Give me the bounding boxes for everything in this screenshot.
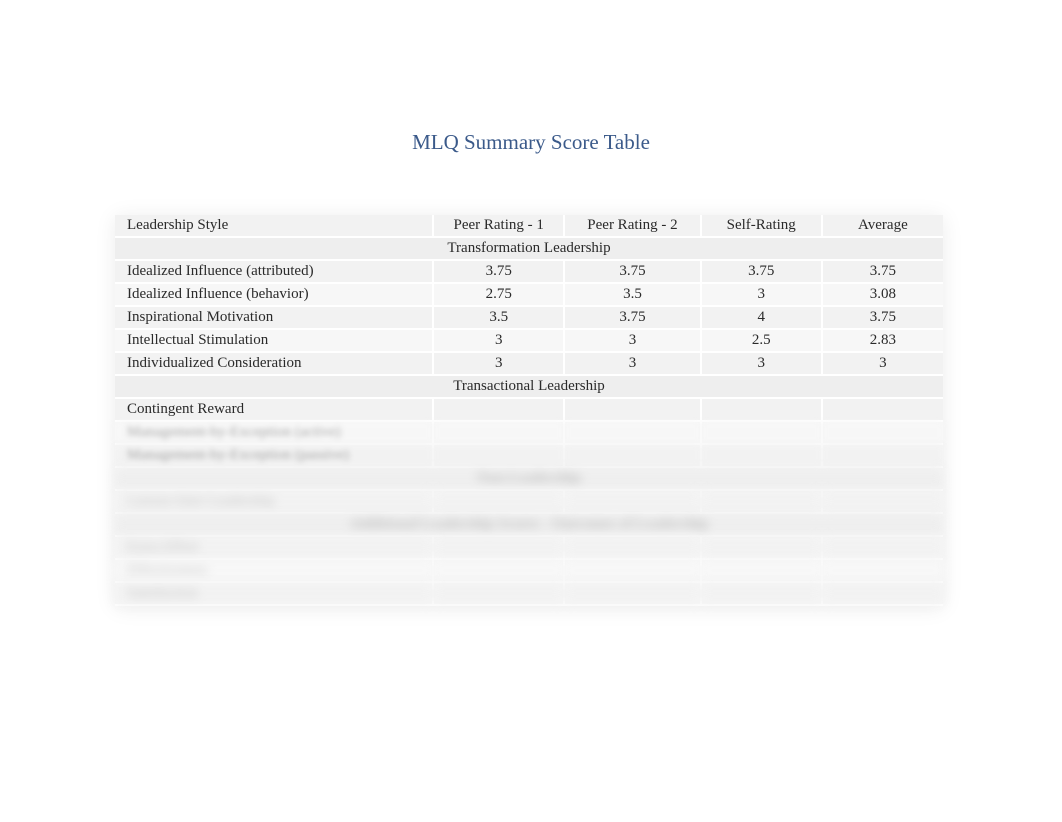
header-leadership-style: Leadership Style [115,215,433,237]
cell-value: 3.75 [822,260,943,283]
cell-value [564,398,700,421]
cell-value: 3.08 [822,283,943,306]
cell-value [701,536,822,559]
cell-value: 3.75 [701,260,822,283]
cell-value: 3.5 [433,306,564,329]
cell-value [822,490,943,513]
cell-value [822,536,943,559]
cell-value [701,444,822,467]
cell-value: 3.75 [822,306,943,329]
table-row: Satisfaction [115,582,943,605]
cell-label: Management-by-Exception (passive) [115,444,433,467]
cell-value [564,421,700,444]
cell-value: 3 [701,283,822,306]
cell-value [433,398,564,421]
header-average: Average [822,215,943,237]
cell-value [433,444,564,467]
score-table-container: Leadership Style Peer Rating - 1 Peer Ra… [115,215,943,606]
cell-label: Effectiveness [115,559,433,582]
table-row: Inspirational Motivation 3.5 3.75 4 3.75 [115,306,943,329]
cell-value: 3 [822,352,943,375]
section-label: Additional Leadership Scores - Outcomes … [115,513,943,536]
section-additional: Additional Leadership Scores - Outcomes … [115,513,943,536]
table-row: Laissez-faire Leadership [115,490,943,513]
cell-value: 3 [433,329,564,352]
cell-label: Contingent Reward [115,398,433,421]
cell-value: 3.5 [564,283,700,306]
header-self: Self-Rating [701,215,822,237]
cell-value: 2.83 [822,329,943,352]
cell-value [701,421,822,444]
cell-value: 4 [701,306,822,329]
cell-value [433,536,564,559]
cell-label: Inspirational Motivation [115,306,433,329]
cell-value [822,559,943,582]
cell-value [564,490,700,513]
cell-value [433,490,564,513]
table-row: Idealized Influence (behavior) 2.75 3.5 … [115,283,943,306]
section-label: Transformation Leadership [115,237,943,260]
table-row: Effectiveness [115,559,943,582]
table-row: Intellectual Stimulation 3 3 2.5 2.83 [115,329,943,352]
cell-label: Idealized Influence (behavior) [115,283,433,306]
page-title: MLQ Summary Score Table [0,130,1062,155]
table-header-row: Leadership Style Peer Rating - 1 Peer Ra… [115,215,943,237]
table-row: Management-by-Exception (active) [115,421,943,444]
cell-value [433,421,564,444]
cell-value: 3.75 [564,260,700,283]
cell-label: Intellectual Stimulation [115,329,433,352]
cell-value [701,582,822,605]
section-label: Non-Leadership [115,467,943,490]
cell-value: 3.75 [564,306,700,329]
cell-value [822,398,943,421]
cell-value [701,490,822,513]
cell-label: Laissez-faire Leadership [115,490,433,513]
cell-value: 2.5 [701,329,822,352]
section-label: Transactional Leadership [115,375,943,398]
cell-value: 3 [564,352,700,375]
table-row: Individualized Consideration 3 3 3 3 [115,352,943,375]
table-row: Contingent Reward [115,398,943,421]
cell-label: Extra Effort [115,536,433,559]
cell-value [433,582,564,605]
cell-value [701,559,822,582]
cell-value [564,559,700,582]
cell-label: Satisfaction [115,582,433,605]
cell-value [822,444,943,467]
cell-value [822,421,943,444]
header-peer2: Peer Rating - 2 [564,215,700,237]
cell-value: 3 [433,352,564,375]
cell-label: Individualized Consideration [115,352,433,375]
cell-value: 3 [701,352,822,375]
table-row: Management-by-Exception (passive) [115,444,943,467]
cell-value [564,444,700,467]
section-non-leadership: Non-Leadership [115,467,943,490]
table-row: Extra Effort [115,536,943,559]
cell-value [822,582,943,605]
score-table: Leadership Style Peer Rating - 1 Peer Ra… [115,215,943,606]
cell-value: 3 [564,329,700,352]
cell-value [701,398,822,421]
cell-value: 2.75 [433,283,564,306]
cell-value [564,536,700,559]
section-transformation: Transformation Leadership [115,237,943,260]
header-peer1: Peer Rating - 1 [433,215,564,237]
cell-value [564,582,700,605]
section-transactional: Transactional Leadership [115,375,943,398]
cell-value [433,559,564,582]
table-row: Idealized Influence (attributed) 3.75 3.… [115,260,943,283]
cell-label: Management-by-Exception (active) [115,421,433,444]
cell-label: Idealized Influence (attributed) [115,260,433,283]
cell-value: 3.75 [433,260,564,283]
